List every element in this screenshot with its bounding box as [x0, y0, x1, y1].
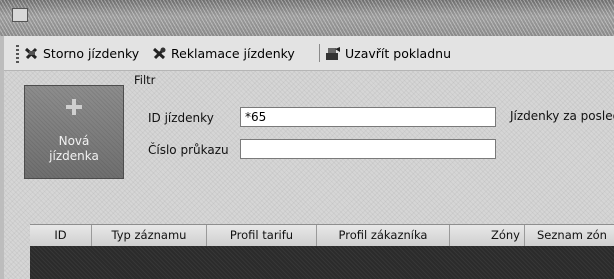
ticket-grid[interactable]: [30, 246, 614, 279]
title-bar: [0, 0, 614, 36]
complaint-ticket-icon: [152, 47, 166, 59]
column-header-customer-profile[interactable]: Profil zákazníka: [317, 225, 450, 246]
new-ticket-label: Nová jízdenka: [49, 134, 99, 163]
column-header-tariff-profile[interactable]: Profil tarifu: [207, 225, 317, 246]
cash-register-icon: [326, 46, 340, 60]
toolbar-grip[interactable]: [16, 45, 19, 63]
column-header-id[interactable]: ID: [30, 225, 92, 246]
cancel-ticket-icon: [24, 47, 38, 59]
column-header-zones[interactable]: Zóny: [450, 225, 525, 246]
filter-group-title: Filtr: [134, 73, 156, 87]
card-number-input[interactable]: [240, 139, 496, 159]
storno-ticket-label: Storno jízdenky: [43, 45, 140, 61]
window-left-border: [0, 36, 4, 279]
close-register-label: Uzavřít pokladnu: [345, 45, 451, 61]
ticket-id-label: ID jízdenky: [148, 111, 214, 125]
storno-ticket-button[interactable]: Storno jízdenky: [24, 42, 139, 64]
window-icon: [12, 8, 28, 22]
new-ticket-button[interactable]: Nová jízdenka: [24, 85, 124, 179]
plus-icon: [66, 99, 82, 115]
ticket-id-input[interactable]: [240, 107, 496, 127]
column-header-record-type[interactable]: Typ záznamu: [92, 225, 207, 246]
app-window: Storno jízdenky Reklamace jízdenky Uzavř…: [0, 0, 614, 279]
column-header-zone-list[interactable]: Seznam zón: [525, 225, 614, 246]
recent-tickets-label: Jízdenky za posled: [510, 109, 614, 123]
reklamace-ticket-button[interactable]: Reklamace jízdenky: [152, 42, 295, 64]
reklamace-ticket-label: Reklamace jízdenky: [171, 45, 295, 61]
close-register-button[interactable]: Uzavřít pokladnu: [325, 42, 451, 64]
grid-header: ID Typ záznamu Profil tarifu Profil záka…: [30, 224, 614, 247]
toolbar-separator: [319, 44, 320, 62]
card-number-label: Číslo průkazu: [148, 143, 229, 157]
